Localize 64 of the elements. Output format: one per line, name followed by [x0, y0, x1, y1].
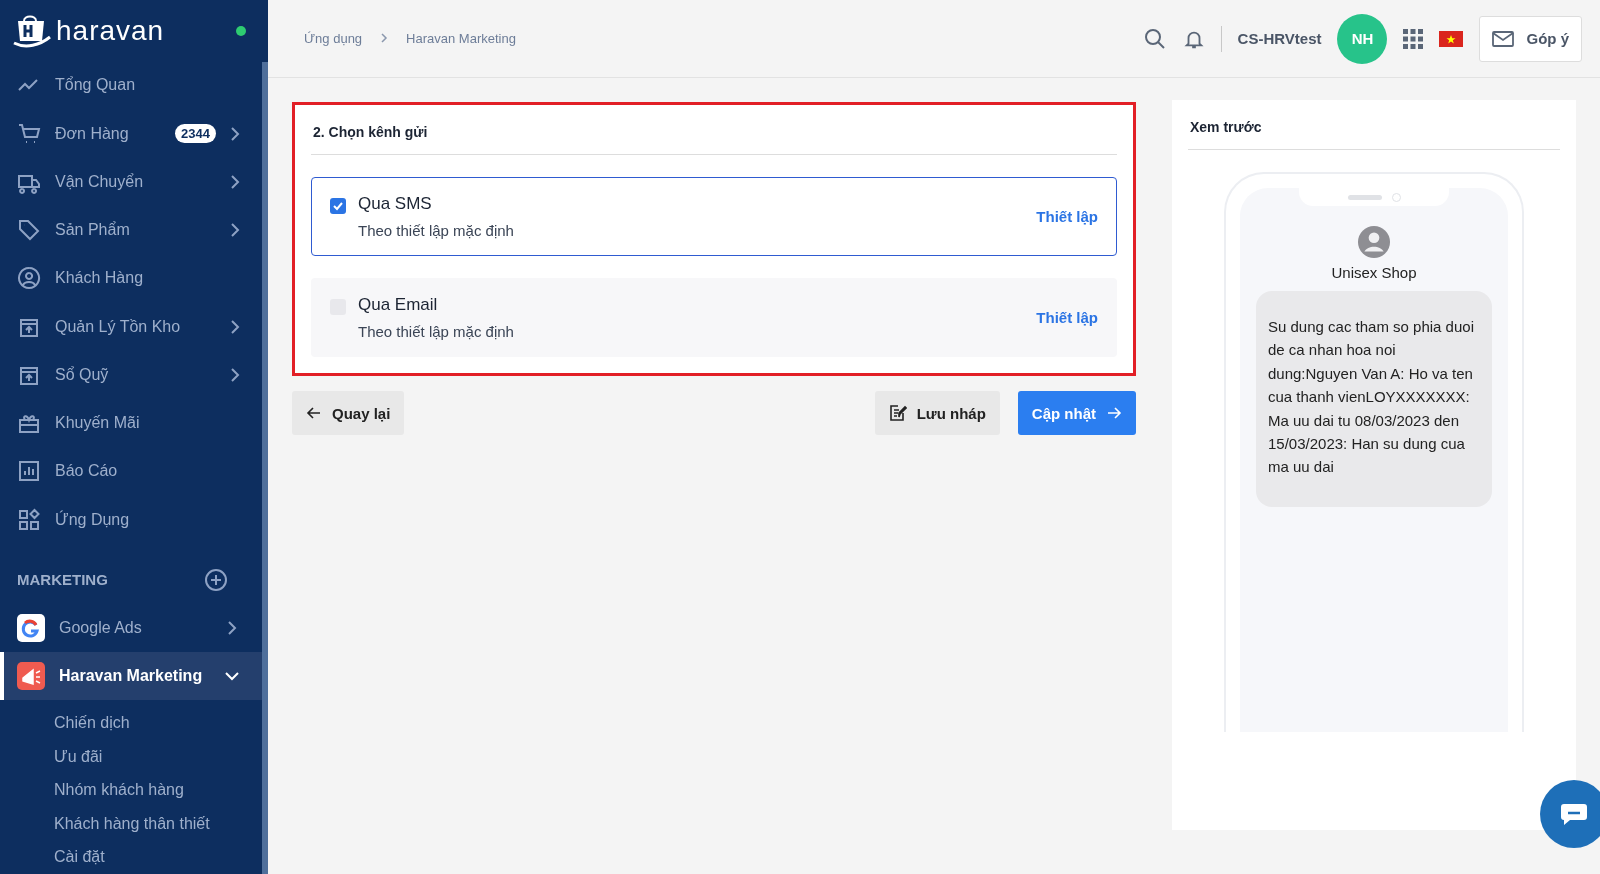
nav-item[interactable]: Ứng Dụng	[0, 495, 262, 544]
nav-item[interactable]: Đơn Hàng 2344	[0, 109, 262, 158]
arrow-right-icon	[1106, 405, 1122, 421]
update-button[interactable]: Cập nhật	[1017, 391, 1136, 435]
megaphone-icon	[17, 662, 45, 691]
count-badge: 2344	[175, 124, 216, 143]
submenu-item[interactable]: Nhóm khách hàng	[54, 773, 262, 807]
nav-icon	[17, 266, 41, 291]
message-text: Su dung cac tham so phia duoi de ca nhan hoa noi dung:Nguyen Van A: Ho va ten cua thanh vienLOYXXXXXXX: Ma uu dai tu 08/03/2023 den 15/03/2023: Han su dung cua ma uu dai	[1268, 318, 1474, 476]
setup-link[interactable]: Thiết lập	[1036, 208, 1098, 225]
channel-name: Qua SMS	[358, 194, 433, 214]
setup-link[interactable]: Thiết lập	[1036, 309, 1098, 326]
channel-note: Theo thiết lập mặc định	[358, 323, 515, 340]
contact-icon	[1358, 226, 1390, 258]
save-draft-button[interactable]: Lưu nháp	[874, 391, 1000, 435]
nav-item[interactable]: Sổ Quỹ	[0, 350, 262, 400]
nav-item[interactable]: Khách Hàng	[0, 254, 262, 303]
submenu-item[interactable]: Ưu đãi	[54, 739, 262, 774]
breadcrumb-link[interactable]: Haravan Marketing	[406, 31, 516, 46]
app-icon	[17, 614, 45, 643]
checkbox[interactable]	[330, 198, 346, 214]
edit-icon	[888, 404, 907, 422]
channel-option[interactable]: Qua SMS Theo thiết lập mặc định Thiết lập	[311, 177, 1117, 256]
nav-item[interactable]: Sản Phẩm	[0, 205, 262, 255]
nav-icon	[17, 459, 41, 484]
nav-item[interactable]: Khuyến Mãi	[0, 399, 262, 448]
submenu-item[interactable]: Cài đặt	[54, 840, 262, 874]
chevron-icon	[230, 318, 240, 335]
store-name[interactable]: CS-HRVtest	[1237, 30, 1322, 47]
submenu-item[interactable]: Khách hàng thân thiết	[54, 806, 262, 841]
nav-item[interactable]: Haravan Marketing	[0, 652, 262, 701]
channel-option[interactable]: Qua Email Theo thiết lập mặc định Thiết lập	[311, 278, 1117, 357]
sender-name: Unisex Shop	[1331, 264, 1417, 281]
chevron-icon	[230, 173, 240, 190]
channel-note: Theo thiết lập mặc định	[358, 222, 515, 239]
channel-name: Qua Email	[358, 295, 439, 315]
nav-item[interactable]: Google Ads	[0, 603, 262, 653]
nav-item[interactable]: Tổng Quan	[0, 61, 262, 110]
feedback-button[interactable]: Góp ý	[1479, 15, 1582, 62]
nav-icon	[17, 507, 41, 532]
nav-item[interactable]: Vận Chuyển	[0, 157, 262, 206]
mail-icon	[1492, 30, 1515, 47]
apps-grid-icon[interactable]	[1403, 28, 1424, 49]
chevron-icon	[380, 31, 389, 44]
arrow-left-icon	[306, 405, 322, 421]
section-title: MARKETING	[17, 571, 108, 589]
chevron-icon	[230, 125, 240, 142]
chevron-icon	[230, 222, 240, 239]
flag-icon[interactable]	[1439, 30, 1464, 47]
card-title: 2. Chọn kênh gửi	[312, 123, 429, 142]
logo-text: haravan	[56, 14, 165, 47]
chat-icon	[1560, 802, 1588, 826]
chevron-icon	[230, 366, 240, 383]
submenu-item[interactable]: Chiến dịch	[54, 706, 262, 740]
panel-title: Xem trước	[1189, 118, 1263, 137]
back-button[interactable]: Quay lại	[292, 391, 405, 435]
nav-item[interactable]: Báo Cáo	[0, 447, 262, 496]
nav-icon	[17, 218, 41, 243]
search-icon[interactable]	[1142, 26, 1167, 51]
add-icon[interactable]	[204, 567, 228, 592]
breadcrumb-link[interactable]: Ứng dụng	[304, 31, 363, 46]
nav-icon	[17, 121, 41, 146]
nav-item[interactable]: Quản Lý Tồn Kho	[0, 302, 262, 351]
chat-button[interactable]	[1540, 780, 1600, 848]
